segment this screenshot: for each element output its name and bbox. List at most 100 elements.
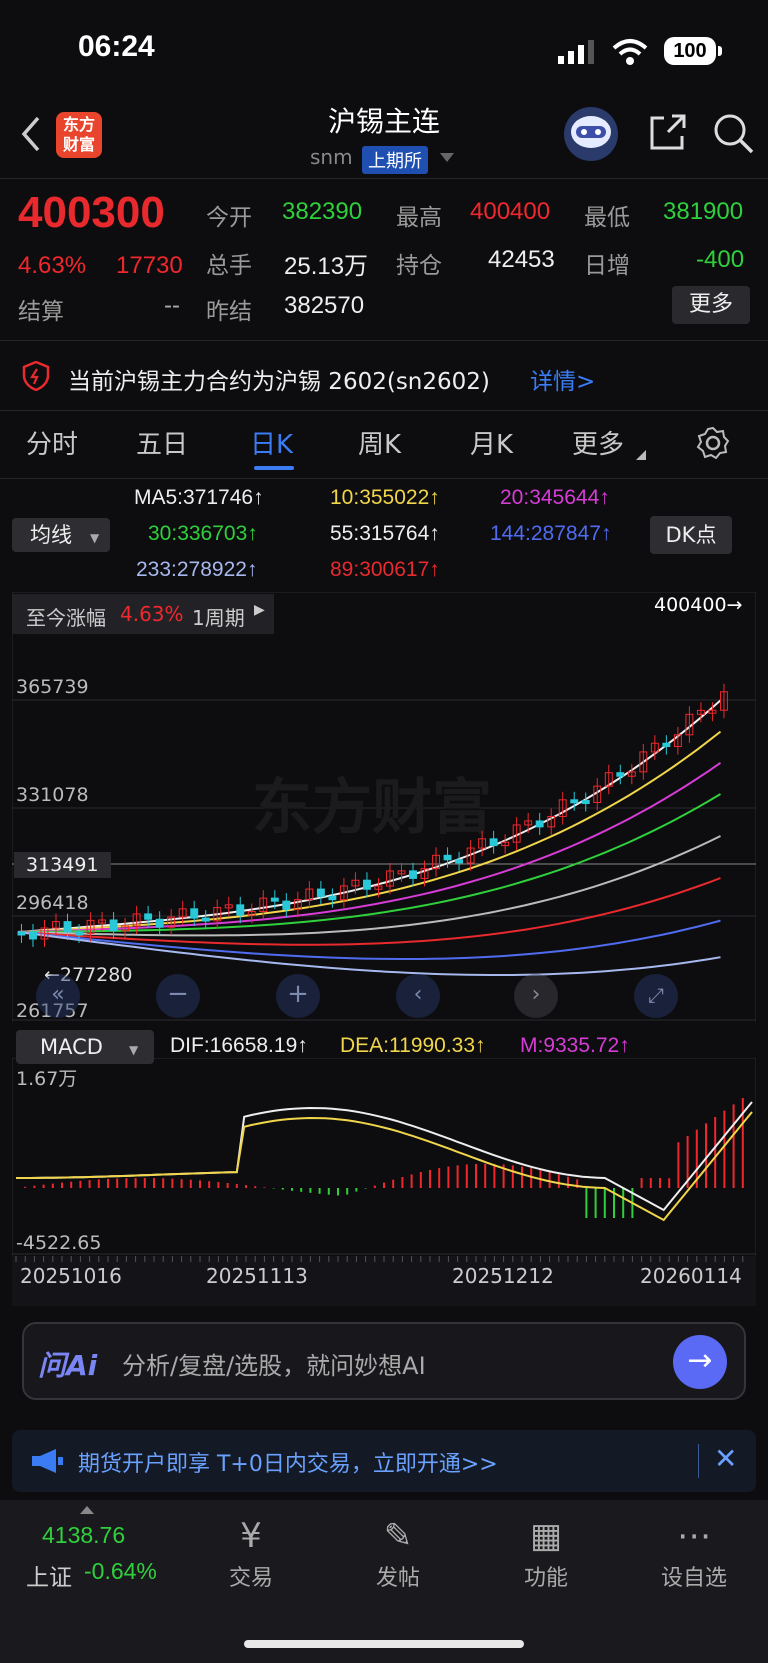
notice-detail-link[interactable]: 详情> xyxy=(530,362,595,396)
ma10-value: 10:355022↑ xyxy=(330,486,440,509)
change-pct: 4.63% xyxy=(18,252,87,279)
ma20-value: 20:345644↑ xyxy=(500,486,610,509)
divider xyxy=(0,410,768,411)
scroll-left-icon[interactable]: ‹ xyxy=(396,974,440,1018)
date-label: 20251212 xyxy=(452,1264,554,1288)
macd-dif: DIF:16658.19↑ xyxy=(170,1034,308,1057)
zoom-in-icon[interactable]: + xyxy=(276,974,320,1018)
ai-assistant-input[interactable]: 问Ai 分析/复盘/选股，就问妙想AI xyxy=(22,1322,746,1400)
candle xyxy=(190,908,199,919)
high-value: 400400 xyxy=(470,198,551,225)
macd-chart[interactable] xyxy=(12,1058,756,1256)
candle xyxy=(201,917,210,922)
chevron-down-icon[interactable] xyxy=(440,153,454,163)
nav-add-watchlist[interactable]: ⋯ 设自选 xyxy=(624,1512,764,1592)
scroll-right-icon[interactable]: › xyxy=(514,974,558,1018)
candle xyxy=(144,913,153,920)
more-quote-button[interactable]: 更多 xyxy=(672,286,750,324)
date-axis: 20251016 20251113 20251212 20260114 xyxy=(12,1256,756,1306)
index-value: 4138.76 xyxy=(42,1522,126,1548)
ma-selector[interactable]: 均线 ▼ xyxy=(12,518,110,552)
max-price-marker: 400400→ xyxy=(654,594,743,616)
exchange-tag: 上期所 xyxy=(362,146,428,174)
candle xyxy=(662,742,671,748)
zoom-out-icon[interactable]: − xyxy=(156,974,200,1018)
index-change: -0.64% xyxy=(84,1558,157,1584)
nav-post[interactable]: ✎ 发帖 xyxy=(328,1512,468,1592)
divider xyxy=(0,178,768,179)
candle xyxy=(409,870,417,879)
ai-brand-logo: 问Ai xyxy=(38,1349,98,1382)
tab-weekly-k[interactable]: 周K xyxy=(358,424,401,461)
date-label: 20251016 xyxy=(20,1264,122,1288)
index-ticker[interactable]: 4138.76 上证 -0.64% xyxy=(0,1500,170,1610)
tab-more[interactable]: 更多 xyxy=(572,424,624,461)
notice-text: 当前沪锡主力合约为沪锡 2602(sn2602) xyxy=(68,369,490,395)
candle xyxy=(570,799,579,804)
period-count: 1周期 xyxy=(192,606,245,630)
main-contract-notice[interactable]: 当前沪锡主力合约为沪锡 2602(sn2602) 详情> xyxy=(0,344,768,408)
low-label: 最低 xyxy=(584,205,630,231)
home-indicator xyxy=(244,1640,524,1648)
date-label: 20251113 xyxy=(206,1264,308,1288)
macd-dea: DEA:11990.33↑ xyxy=(340,1034,486,1057)
edit-icon: ✎ xyxy=(383,1516,413,1556)
more-dots-icon: ⋯ xyxy=(677,1516,711,1556)
search-icon[interactable] xyxy=(712,112,756,156)
candle xyxy=(316,888,325,897)
robot-avatar-icon[interactable] xyxy=(562,106,620,162)
signal-icon xyxy=(558,40,594,64)
watermark-text: 东方财富 xyxy=(252,773,492,843)
wifi-icon xyxy=(612,39,648,65)
symbol-code: snm xyxy=(310,145,353,169)
daily-inc-label: 日增 xyxy=(584,253,630,279)
kline-chart[interactable]: 东方财富 xyxy=(12,592,756,1022)
chevron-up-icon xyxy=(80,1506,94,1514)
nav-trade[interactable]: ¥ 交易 xyxy=(181,1512,321,1592)
date-ticks xyxy=(15,1256,744,1262)
tab-monthly-k[interactable]: 月K xyxy=(470,424,513,461)
candle xyxy=(443,854,452,861)
open-label: 今开 xyxy=(206,205,252,231)
ai-send-arrow-icon[interactable]: → xyxy=(673,1335,727,1389)
dk-point-button[interactable]: DK点 xyxy=(650,516,732,554)
period-gain-box[interactable]: 至今涨幅 4.63% 1周期 ▶ xyxy=(12,594,274,634)
candle xyxy=(155,918,164,928)
oi-label: 持仓 xyxy=(396,253,442,279)
price-level-1: 365739 xyxy=(16,676,89,698)
tab-intraday[interactable]: 分时 xyxy=(26,424,78,461)
price-level-3: 296418 xyxy=(16,892,89,914)
ma233-value: 233:278922↑ xyxy=(136,558,258,581)
nav-functions-label: 功能 xyxy=(523,1566,568,1591)
tab-daily-k[interactable]: 日K xyxy=(250,424,293,461)
high-label: 最高 xyxy=(396,205,442,231)
macd-line xyxy=(16,1101,753,1212)
banner-text: 期货开户即享 T+0日内交易，立即开通>> xyxy=(78,1452,498,1477)
shield-alert-icon xyxy=(22,361,50,391)
more-corner-icon xyxy=(636,450,646,460)
rewind-icon[interactable]: « xyxy=(36,974,80,1018)
fullscreen-icon[interactable]: ⤢ xyxy=(634,974,678,1018)
account-open-banner[interactable]: 期货开户即享 T+0日内交易，立即开通>> ✕ xyxy=(12,1430,756,1492)
price-level-2: 331078 xyxy=(16,784,89,806)
last-price: 400300 xyxy=(18,188,165,237)
divider xyxy=(0,340,768,341)
share-icon[interactable] xyxy=(646,112,688,154)
ma5-value: MA5:371746↑ xyxy=(134,486,264,509)
macd-bottom-value: -4522.65 xyxy=(16,1232,102,1254)
candle xyxy=(455,859,464,864)
nav-functions[interactable]: ▦ 功能 xyxy=(476,1512,616,1592)
close-icon[interactable]: ✕ xyxy=(714,1442,737,1475)
divider xyxy=(698,1444,699,1478)
chevron-down-icon: ▼ xyxy=(128,1043,139,1057)
low-value: 381900 xyxy=(663,198,744,225)
candle xyxy=(535,820,544,828)
period-gain-label: 至今涨幅 xyxy=(26,606,106,630)
status-bar: 06:24 100 xyxy=(0,0,768,90)
settings-gear-icon[interactable] xyxy=(696,426,730,460)
candle xyxy=(17,931,26,936)
candle xyxy=(29,931,37,940)
tab-five-day[interactable]: 五日 xyxy=(136,424,188,461)
battery-indicator: 100 xyxy=(664,37,722,65)
candle xyxy=(489,838,498,847)
